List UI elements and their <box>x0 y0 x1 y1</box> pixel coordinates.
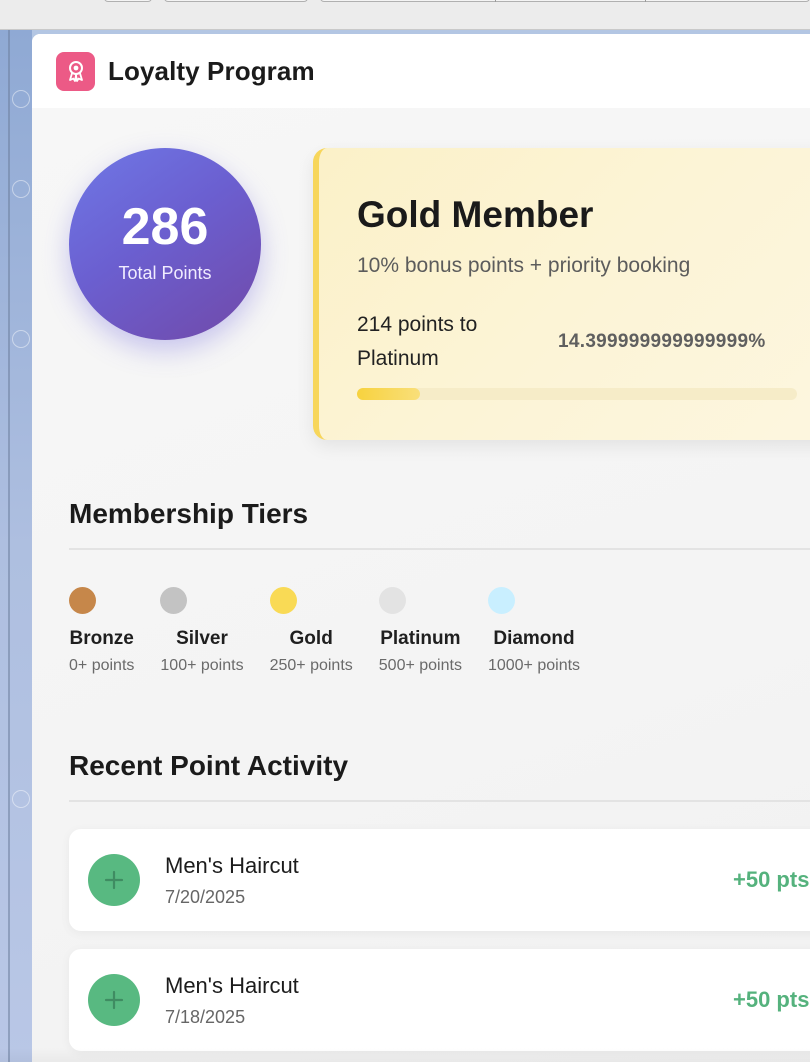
toolbar-segment[interactable] <box>164 0 308 2</box>
wallpaper-pattern <box>12 330 30 348</box>
tier-color-dot <box>487 587 515 614</box>
activity-section-title: Recent Point Activity <box>69 750 349 781</box>
plus-icon <box>88 854 140 906</box>
wallpaper-pattern <box>12 180 30 198</box>
tier-gold: Gold 250+ points <box>269 587 353 675</box>
tier-requirement: 1000+ points <box>487 657 581 674</box>
tier-bronze: Bronze 0+ points <box>69 587 134 675</box>
activity-points: +50 pts <box>733 867 810 892</box>
current-tier-card: Gold Member 10% bonus points + priority … <box>313 148 810 440</box>
tiers-section-title: Membership Tiers <box>69 498 309 529</box>
tier-color-dot <box>378 587 406 614</box>
app-header: Loyalty Program <box>32 34 810 108</box>
page-title: Loyalty Program <box>108 55 315 86</box>
tier-color-dot <box>69 587 96 614</box>
wallpaper-pattern <box>12 790 30 808</box>
tier-name: Gold <box>289 628 333 649</box>
activity-date: 7/18/2025 <box>165 1007 246 1027</box>
tier-platinum: Platinum 500+ points <box>378 587 462 675</box>
toolbar-segment[interactable] <box>104 0 152 2</box>
tier-progress-fill <box>357 388 421 400</box>
tier-diamond: Diamond 1000+ points <box>487 587 581 675</box>
section-divider <box>69 548 810 550</box>
tier-color-dot <box>269 587 297 614</box>
activity-date: 7/20/2025 <box>165 887 246 907</box>
award-ribbon-icon <box>56 51 95 91</box>
activity-item[interactable]: Men's Haircut 7/20/2025 +50 pts <box>69 829 810 931</box>
tier-name: Bronze <box>69 628 134 649</box>
tier-progress-percent: 14.399999999999999% <box>558 331 766 352</box>
tier-requirement: 100+ points <box>160 657 244 674</box>
activity-service-name: Men's Haircut <box>165 853 299 878</box>
current-tier-benefit: 10% bonus points + priority booking <box>357 254 691 277</box>
total-points-value: 286 <box>121 197 209 256</box>
bottom-edge <box>0 1048 810 1062</box>
toolbar-separator <box>495 0 496 2</box>
section-divider <box>69 800 810 802</box>
tier-color-dot <box>160 587 188 614</box>
tier-name: Platinum <box>380 628 461 649</box>
tier-list: Bronze 0+ points Silver 100+ points Gold… <box>69 587 606 675</box>
next-tier-points: 214 points to Platinum <box>357 313 478 370</box>
tier-silver: Silver 100+ points <box>160 587 244 675</box>
tier-name: Diamond <box>493 628 575 649</box>
main-content: 286 Total Points Gold Member 10% bonus p… <box>32 108 810 1062</box>
window-edge <box>8 30 10 1062</box>
browser-top-bar <box>0 0 810 30</box>
app-window: Loyalty Program 286 Total Points Gold Me… <box>32 34 810 1062</box>
current-tier-name: Gold Member <box>357 194 594 235</box>
tier-name: Silver <box>176 628 228 649</box>
total-points-badge: 286 Total Points <box>69 148 261 340</box>
plus-icon <box>88 974 140 1026</box>
activity-service-name: Men's Haircut <box>165 973 299 998</box>
wallpaper-pattern <box>12 90 30 108</box>
total-points-label: Total Points <box>118 262 212 283</box>
toolbar-segment[interactable] <box>320 0 810 2</box>
tier-requirement: 0+ points <box>69 657 135 674</box>
toolbar-separator <box>645 0 646 2</box>
desktop-wallpaper <box>0 30 32 1062</box>
tier-progress-bar <box>357 388 797 400</box>
activity-item[interactable]: Men's Haircut 7/18/2025 +50 pts <box>69 949 810 1051</box>
activity-points: +50 pts <box>733 987 810 1012</box>
tier-requirement: 250+ points <box>269 657 353 674</box>
tier-requirement: 500+ points <box>378 657 462 674</box>
